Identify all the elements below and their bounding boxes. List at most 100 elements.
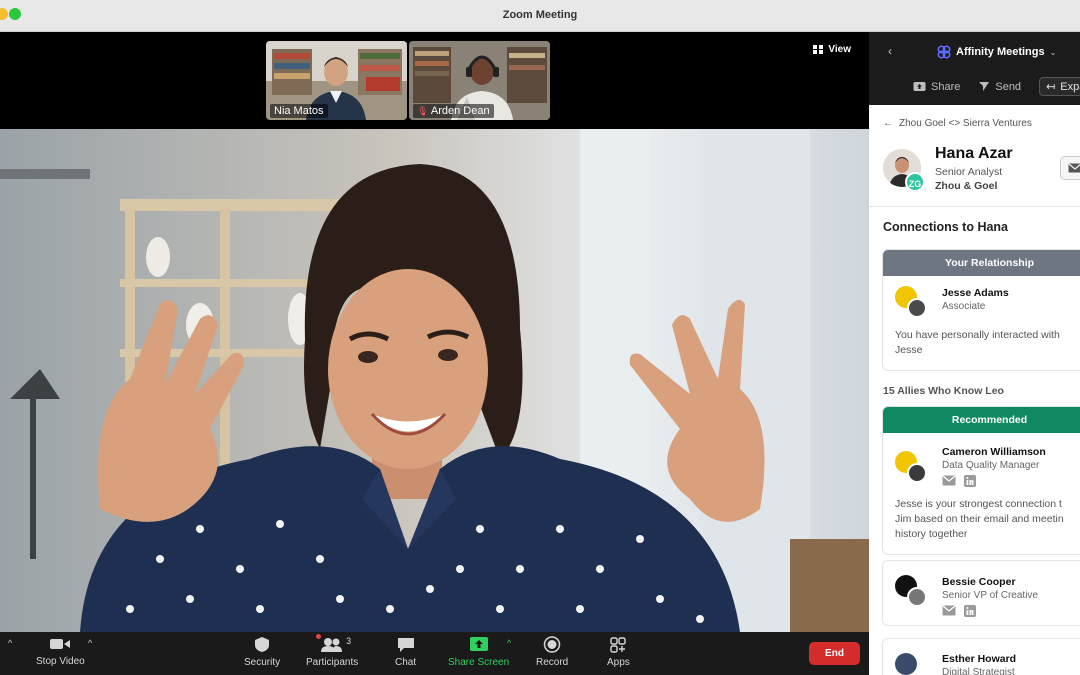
note-line: Jesse bbox=[895, 344, 923, 356]
expand-button[interactable]: ↤ Expar bbox=[1039, 77, 1080, 96]
person-name: Bessie Cooper bbox=[942, 576, 1016, 588]
avatar bbox=[907, 298, 927, 318]
connection-person: Esther Howard Digital Strategist bbox=[883, 639, 1080, 675]
record-button[interactable]: Record bbox=[536, 636, 568, 668]
recommendation-note: Jesse is your strongest connection t Jim… bbox=[883, 497, 1080, 554]
breadcrumb-text: Zhou Goel <> Sierra Ventures bbox=[899, 118, 1032, 129]
person-name: Cameron Williamson bbox=[942, 446, 1046, 458]
contact-icons bbox=[942, 605, 976, 617]
affinity-logo-icon bbox=[937, 45, 951, 59]
security-label: Security bbox=[244, 657, 281, 668]
connections-title: Connections to Hana bbox=[883, 220, 1009, 234]
ally-card[interactable]: Esther Howard Digital Strategist bbox=[882, 638, 1080, 675]
stop-video-label: Stop Video bbox=[36, 656, 85, 667]
security-button[interactable]: Security bbox=[244, 636, 280, 668]
note-line: history together bbox=[895, 528, 968, 540]
relationship-card[interactable]: Your Relationship Jesse Adams Associate … bbox=[882, 249, 1080, 371]
participants-label: Participants bbox=[306, 657, 359, 668]
record-icon bbox=[543, 636, 561, 653]
card-header: Recommended bbox=[883, 407, 1080, 433]
relationship-note: You have personally interacted with Jess… bbox=[883, 328, 1080, 370]
view-button[interactable]: View bbox=[813, 44, 851, 55]
participant-name-text: Arden Dean bbox=[430, 105, 490, 117]
chat-bubble-icon bbox=[397, 638, 414, 652]
expand-label: Expar bbox=[1060, 80, 1080, 93]
arrow-left-icon: ← bbox=[883, 118, 893, 129]
recommended-card[interactable]: Recommended Cameron Williamson Data Qual… bbox=[882, 406, 1080, 555]
company-badge: ZG bbox=[905, 172, 925, 192]
share-screen-icon bbox=[469, 637, 488, 651]
mail-icon[interactable] bbox=[942, 475, 956, 486]
participants-icon bbox=[321, 638, 343, 652]
view-button-label: View bbox=[828, 44, 851, 55]
active-speaker-video bbox=[0, 129, 869, 632]
contact-icons bbox=[942, 475, 976, 487]
participant-name: Nia Matos bbox=[270, 104, 328, 118]
affinity-panel-header: ‹ Affinity Meetings ⌄ Share Send ↤ Expar bbox=[869, 32, 1080, 105]
person-role: Digital Strategist bbox=[942, 667, 1015, 675]
apps-button[interactable]: Apps bbox=[607, 636, 630, 668]
avatar bbox=[907, 463, 927, 483]
send-action-button[interactable]: Send bbox=[978, 81, 1021, 93]
participants-icon-wrap: 3 bbox=[316, 634, 351, 653]
share-action-label: Share bbox=[931, 80, 961, 93]
audio-options-caret[interactable]: ^ bbox=[8, 638, 12, 648]
email-button[interactable] bbox=[1060, 156, 1080, 180]
video-options-caret[interactable]: ^ bbox=[88, 638, 92, 648]
participants-button[interactable]: 3 Participants bbox=[306, 634, 359, 668]
expand-icon: ↤ bbox=[1046, 81, 1056, 93]
participant-strip: Nia Matos 🎙︎ Arden Dean View bbox=[0, 32, 869, 129]
shield-icon bbox=[255, 637, 270, 652]
affinity-actions: Share Send ↤ Expar bbox=[913, 77, 1080, 96]
mail-icon[interactable] bbox=[942, 605, 956, 616]
connection-person: Bessie Cooper Senior VP of Creative bbox=[883, 561, 1080, 617]
stop-video-button[interactable]: Stop Video bbox=[36, 636, 85, 667]
person-name: Jesse Adams bbox=[942, 287, 1009, 299]
person-name: Esther Howard bbox=[942, 653, 1017, 665]
share-screen-button[interactable]: Share Screen bbox=[448, 636, 509, 668]
allies-title: 15 Allies Who Know Leo bbox=[883, 385, 1004, 397]
person-role: Data Quality Manager bbox=[942, 460, 1040, 471]
affinity-panel: ← Zhou Goel <> Sierra Ventures ZG Hana A… bbox=[869, 105, 1080, 675]
profile-company[interactable]: Zhou & Goel bbox=[935, 180, 997, 192]
linkedin-icon[interactable] bbox=[964, 605, 976, 617]
speaker-video-frame bbox=[0, 129, 869, 632]
profile-title: Senior Analyst bbox=[935, 166, 1003, 178]
connection-person: Cameron Williamson Data Quality Manager bbox=[883, 433, 1080, 497]
grid-view-icon bbox=[813, 45, 824, 54]
divider bbox=[869, 206, 1080, 207]
apps-icon bbox=[610, 637, 627, 653]
apps-label: Apps bbox=[607, 657, 630, 668]
share-options-caret[interactable]: ^ bbox=[507, 638, 511, 648]
note-line: You have personally interacted with bbox=[895, 329, 1060, 341]
participant-thumbnail[interactable]: Nia Matos bbox=[266, 41, 407, 120]
mail-icon bbox=[1068, 163, 1080, 173]
company-logo-icon bbox=[895, 653, 917, 675]
linkedin-icon[interactable] bbox=[964, 475, 976, 487]
participant-thumbnail[interactable]: 🎙︎ Arden Dean bbox=[409, 41, 550, 120]
window-title: Zoom Meeting bbox=[502, 9, 578, 21]
send-action-label: Send bbox=[995, 80, 1022, 93]
profile-name: Hana Azar bbox=[935, 145, 1013, 162]
card-header: Your Relationship bbox=[883, 250, 1080, 276]
breadcrumb[interactable]: ← Zhou Goel <> Sierra Ventures bbox=[883, 118, 1032, 129]
participants-count: 3 bbox=[346, 636, 352, 646]
video-camera-icon bbox=[50, 639, 71, 649]
end-meeting-button[interactable]: End bbox=[809, 642, 860, 665]
note-line: Jim based on their email and meetin bbox=[895, 513, 1064, 525]
share-screen-label: Share Screen bbox=[448, 657, 510, 668]
send-icon bbox=[979, 82, 990, 91]
affinity-app-switcher[interactable]: Affinity Meetings ⌄ bbox=[937, 45, 1056, 59]
participant-name: 🎙︎ Arden Dean bbox=[413, 104, 494, 118]
title-bar: Zoom Meeting bbox=[0, 0, 1080, 32]
ally-card[interactable]: Bessie Cooper Senior VP of Creative bbox=[882, 560, 1080, 626]
person-role: Associate bbox=[942, 301, 986, 312]
share-action-button[interactable]: Share bbox=[913, 81, 960, 93]
chat-button[interactable]: Chat bbox=[395, 636, 416, 668]
muted-mic-icon: 🎙︎ bbox=[417, 106, 429, 116]
chat-label: Chat bbox=[395, 657, 417, 668]
meeting-toolbar: ^ Stop Video ^ Security 3 Participants C… bbox=[0, 632, 869, 675]
chevron-left-icon[interactable]: ‹ bbox=[888, 44, 892, 58]
affinity-app-name: Affinity Meetings bbox=[956, 46, 1045, 58]
share-icon bbox=[913, 82, 926, 91]
